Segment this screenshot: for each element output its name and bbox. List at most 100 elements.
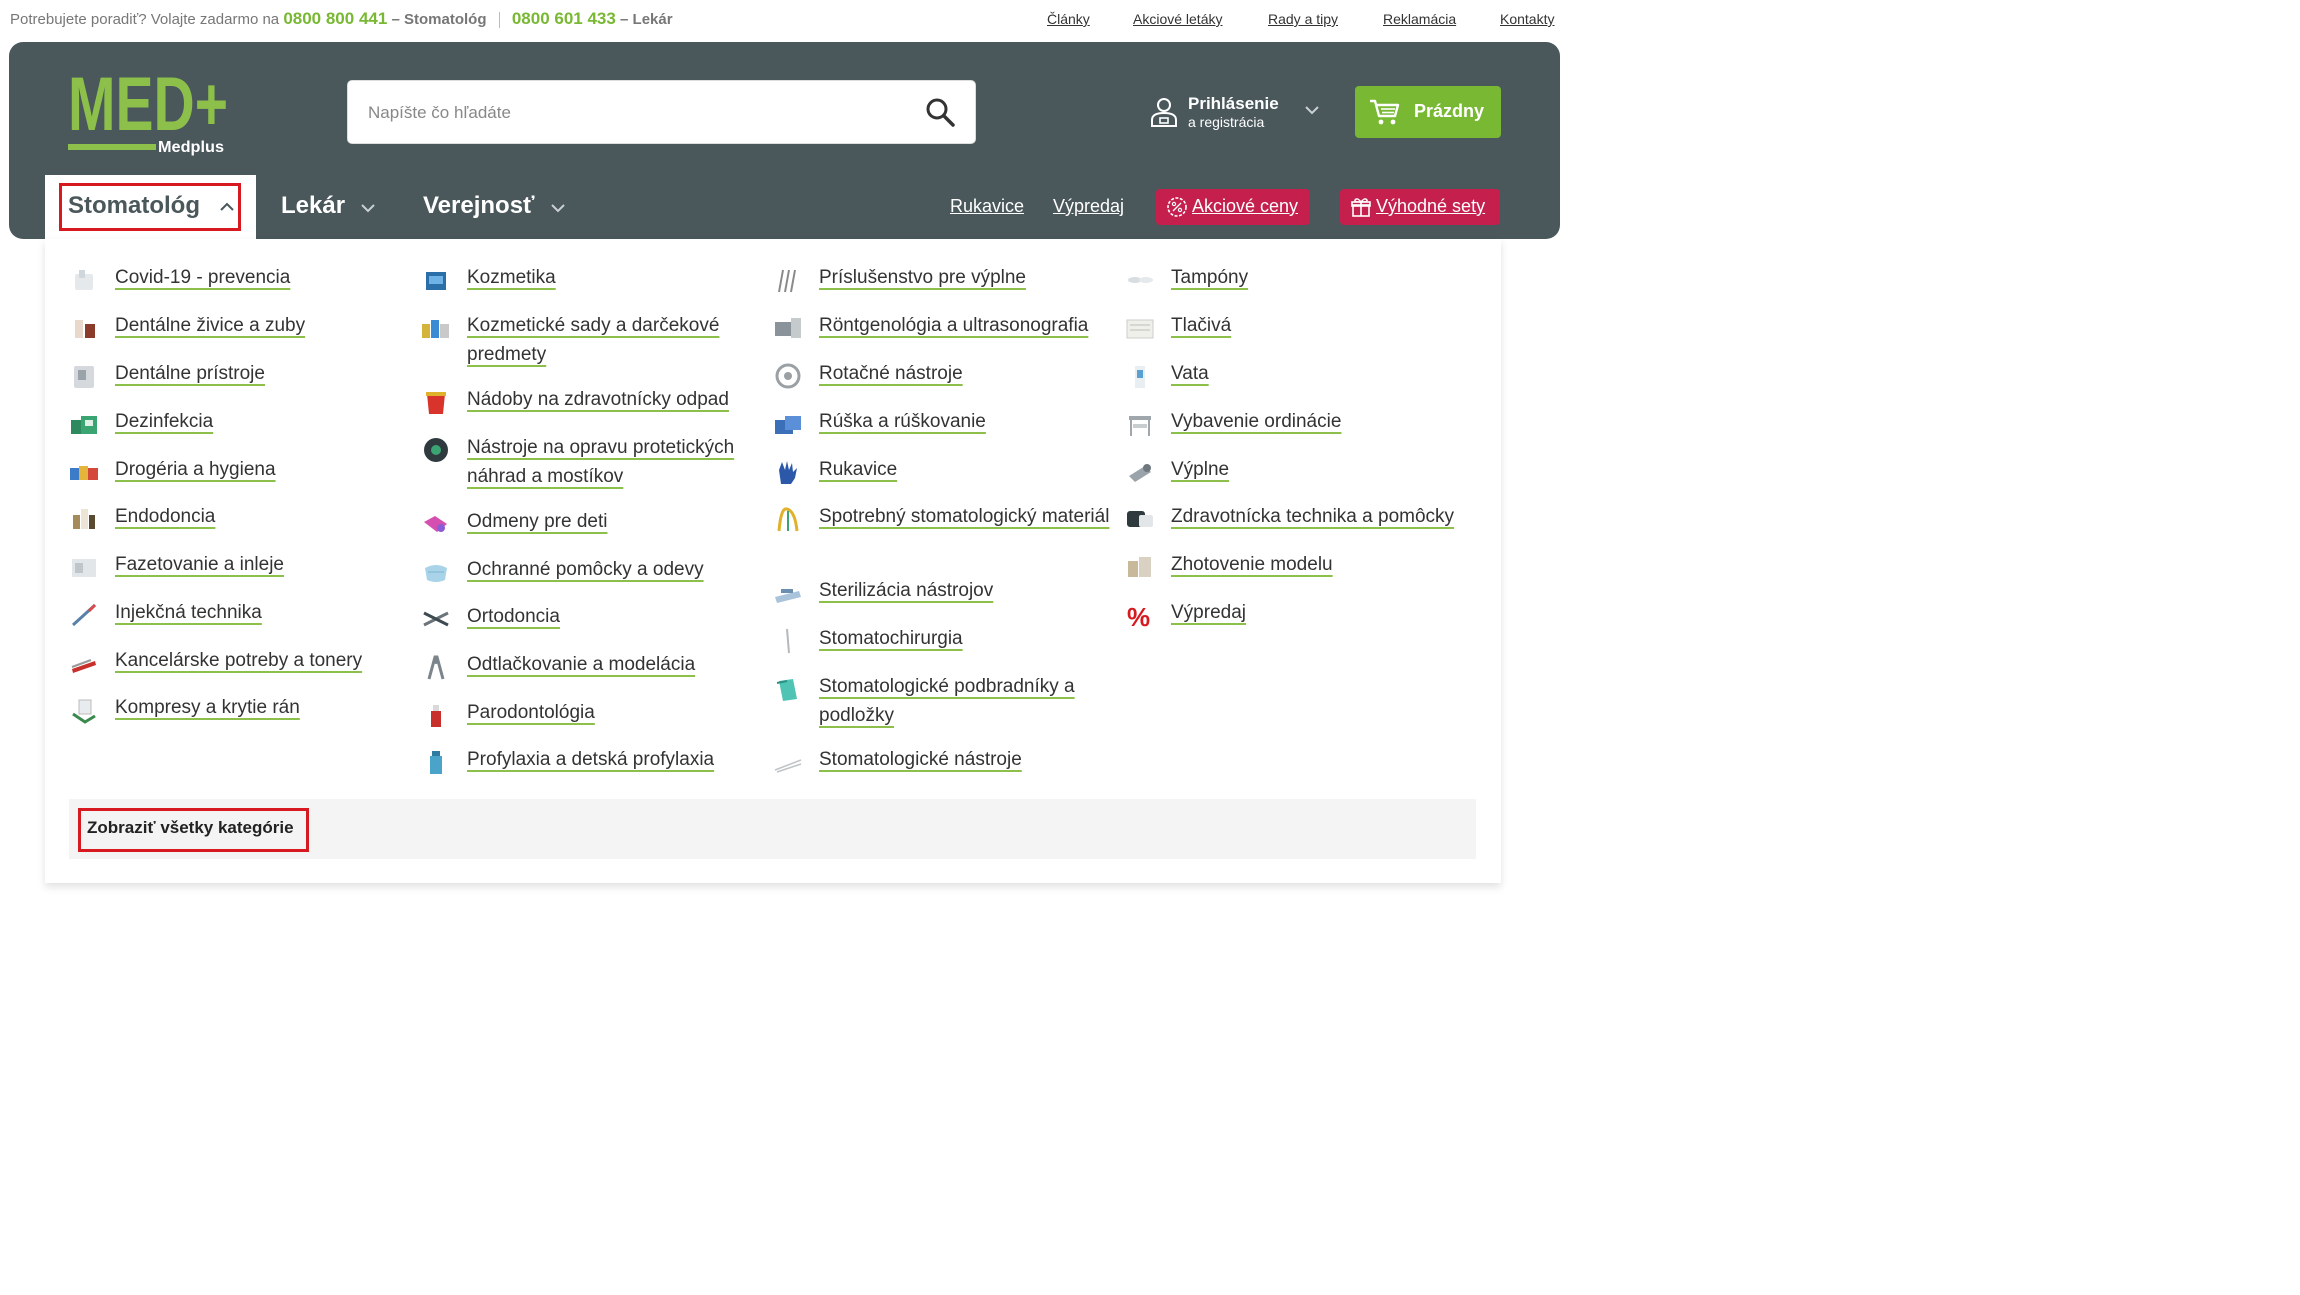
- wound-dressing-icon: [72, 699, 96, 724]
- hygiene-products-icon: [70, 466, 98, 480]
- category-label: Výpredaj: [1171, 602, 1246, 623]
- category-label: Rukavice: [819, 459, 898, 480]
- waste-container-icon: [426, 392, 446, 414]
- help-line: Potrebujete poradiť? Volajte zadarmo na …: [10, 9, 673, 29]
- category-label: Stomatochirurgia: [819, 628, 963, 649]
- category-label: Kompresy a krytie rán: [115, 697, 300, 718]
- category-label: Spotrebný stomatologický materiál: [819, 506, 1110, 527]
- account-menu[interactable]: Prihlásenie a registrácia: [1150, 92, 1325, 136]
- tab-lekar[interactable]: Lekár: [281, 192, 345, 220]
- nav-link-rukavice[interactable]: Rukavice: [950, 196, 1024, 217]
- phone-doctor[interactable]: 0800 601 433: [512, 9, 616, 28]
- promo-vyhodne-sety[interactable]: Výhodné sety: [1340, 189, 1500, 225]
- category-label: Kancelárske potreby a tonery: [115, 650, 363, 671]
- category-label: Endodoncia: [115, 506, 216, 527]
- category-label: Zhotovenie modelu: [1171, 554, 1333, 575]
- endodontic-bottles-icon: [73, 509, 95, 529]
- tab-verejnost[interactable]: Verejnosť: [423, 192, 535, 220]
- user-icon: [1151, 98, 1177, 127]
- rotary-bur-icon: [775, 363, 801, 389]
- category-label: Dentálne prístroje: [115, 363, 265, 384]
- disinfection-icon: [71, 416, 97, 434]
- filling-accessories-icon: [778, 269, 796, 293]
- search-placeholder[interactable]: Napíšte čo hľadáte: [368, 103, 511, 123]
- toplink-kontakty[interactable]: Kontakty: [1500, 11, 1554, 27]
- category-label: Stomatologické nástroje: [819, 749, 1022, 770]
- percent-sale-icon: %: [1127, 602, 1150, 629]
- scalpel-icon: [786, 628, 790, 654]
- category-label: Kozmetika: [467, 267, 556, 288]
- category-label: Covid-19 - prevencia: [115, 267, 291, 288]
- chevron-down-icon: [361, 204, 375, 213]
- cabinet-icon: [1129, 416, 1151, 436]
- category-label: Rúška a rúškovanie: [819, 411, 986, 432]
- category-label: Dezinfekcia: [115, 411, 214, 432]
- category-label: Odtlačkovanie a modelácia: [467, 654, 696, 675]
- cart-label: Prázdny: [1414, 101, 1485, 121]
- filling-capsule-icon: [1129, 464, 1151, 482]
- help-text: Potrebujete poradiť? Volajte zadarmo na: [10, 11, 280, 28]
- cotton-pack-icon: [1135, 366, 1145, 388]
- chevron-down-icon: [1305, 106, 1319, 115]
- model-plaster-icon: [1128, 557, 1151, 577]
- chevron-down-icon: [551, 204, 565, 213]
- tab-stomatolog-label: Stomatológ: [68, 192, 200, 219]
- svg-text:Medplus: Medplus: [158, 139, 224, 156]
- dental-instruments-icon: [774, 759, 802, 773]
- periodontal-bottle-icon: [431, 705, 441, 727]
- face-mask-icon: [425, 565, 447, 582]
- category-label: Zdravotnícka technika a pomôcky: [1171, 506, 1455, 527]
- svg-text:%: %: [1127, 602, 1150, 629]
- account-title: Prihlásenie: [1188, 94, 1279, 113]
- toplink-rady-a-tipy[interactable]: Rady a tipy: [1268, 11, 1338, 27]
- category-label: Odmeny pre deti: [467, 511, 608, 532]
- blood-pressure-monitor-icon: [1127, 511, 1153, 527]
- sterilization-tray-icon: [775, 589, 801, 603]
- tab-stomatolog[interactable]: Stomatológ: [45, 175, 256, 239]
- category-label: Kozmetické sady a darčekové predmety: [467, 315, 720, 365]
- toplink-akciove-letaky[interactable]: Akciové letáky: [1133, 11, 1222, 27]
- category-label: Rotačné nástroje: [819, 363, 963, 384]
- search-icon[interactable]: [925, 97, 955, 127]
- category-label: Príslušenstvo pre výplne: [819, 267, 1026, 288]
- toplink-reklamacia[interactable]: Reklamácia: [1383, 11, 1456, 27]
- category-label: Injekčná technika: [115, 602, 262, 623]
- category-label: Tampóny: [1171, 267, 1249, 288]
- category-label: Parodontológia: [467, 702, 595, 723]
- category-label: Ochranné pomôcky a odevy: [467, 559, 704, 580]
- category-label: Dentálne živice a zuby: [115, 315, 306, 336]
- cart-button[interactable]: Prázdny: [1355, 86, 1501, 138]
- nav-link-vypredaj[interactable]: Výpredaj: [1053, 196, 1124, 217]
- cotton-roll-icon: [1128, 277, 1153, 283]
- divider: [498, 12, 500, 29]
- dental-device-icon: [74, 366, 94, 388]
- covid-test-icon: [75, 270, 93, 290]
- toplink-clanky[interactable]: Články: [1047, 11, 1090, 27]
- account-subtitle: a registrácia: [1188, 114, 1265, 130]
- show-all-categories-bar: Zobraziť všetky kategórie: [69, 799, 1476, 859]
- category-label: Profylaxia a detská profylaxia: [467, 749, 715, 770]
- category-label: Výplne: [1171, 459, 1230, 480]
- veneer-kit-icon: [72, 559, 96, 577]
- resin-syringe-icon: [75, 320, 95, 338]
- phone-dentist-label: – Stomatológ: [391, 11, 487, 28]
- category-label: Drogéria a hygiena: [115, 459, 276, 480]
- promo-akciove-ceny[interactable]: Akciové ceny: [1156, 189, 1310, 225]
- phone-dentist[interactable]: 0800 800 441: [283, 9, 387, 28]
- category-label: Röntgenológia a ultrasonografia: [819, 315, 1089, 336]
- mouthwash-icon: [430, 751, 442, 774]
- bib-icon: [776, 679, 797, 701]
- consumables-icon: [777, 507, 799, 532]
- forms-icon: [1126, 319, 1154, 339]
- show-all-categories-link[interactable]: Zobraziť všetky kategórie: [87, 818, 294, 838]
- promo-vyhodne-sety-label: Výhodné sety: [1376, 196, 1486, 216]
- medplus-logo[interactable]: MED+ Medplus: [68, 62, 232, 158]
- cosmetics-icon: [426, 272, 446, 290]
- category-label: Fazetovanie a inleje: [115, 554, 284, 575]
- promo-akciove-ceny-label: Akciové ceny: [1192, 196, 1299, 216]
- search-box[interactable]: Napíšte čo hľadáte: [348, 81, 975, 143]
- category-label: Nástroje na opravu protetických náhrad a…: [467, 437, 735, 487]
- cart-icon: [1370, 99, 1400, 125]
- category-label: Vybavenie ordinácie: [1171, 411, 1342, 432]
- syringe-icon: [71, 603, 97, 627]
